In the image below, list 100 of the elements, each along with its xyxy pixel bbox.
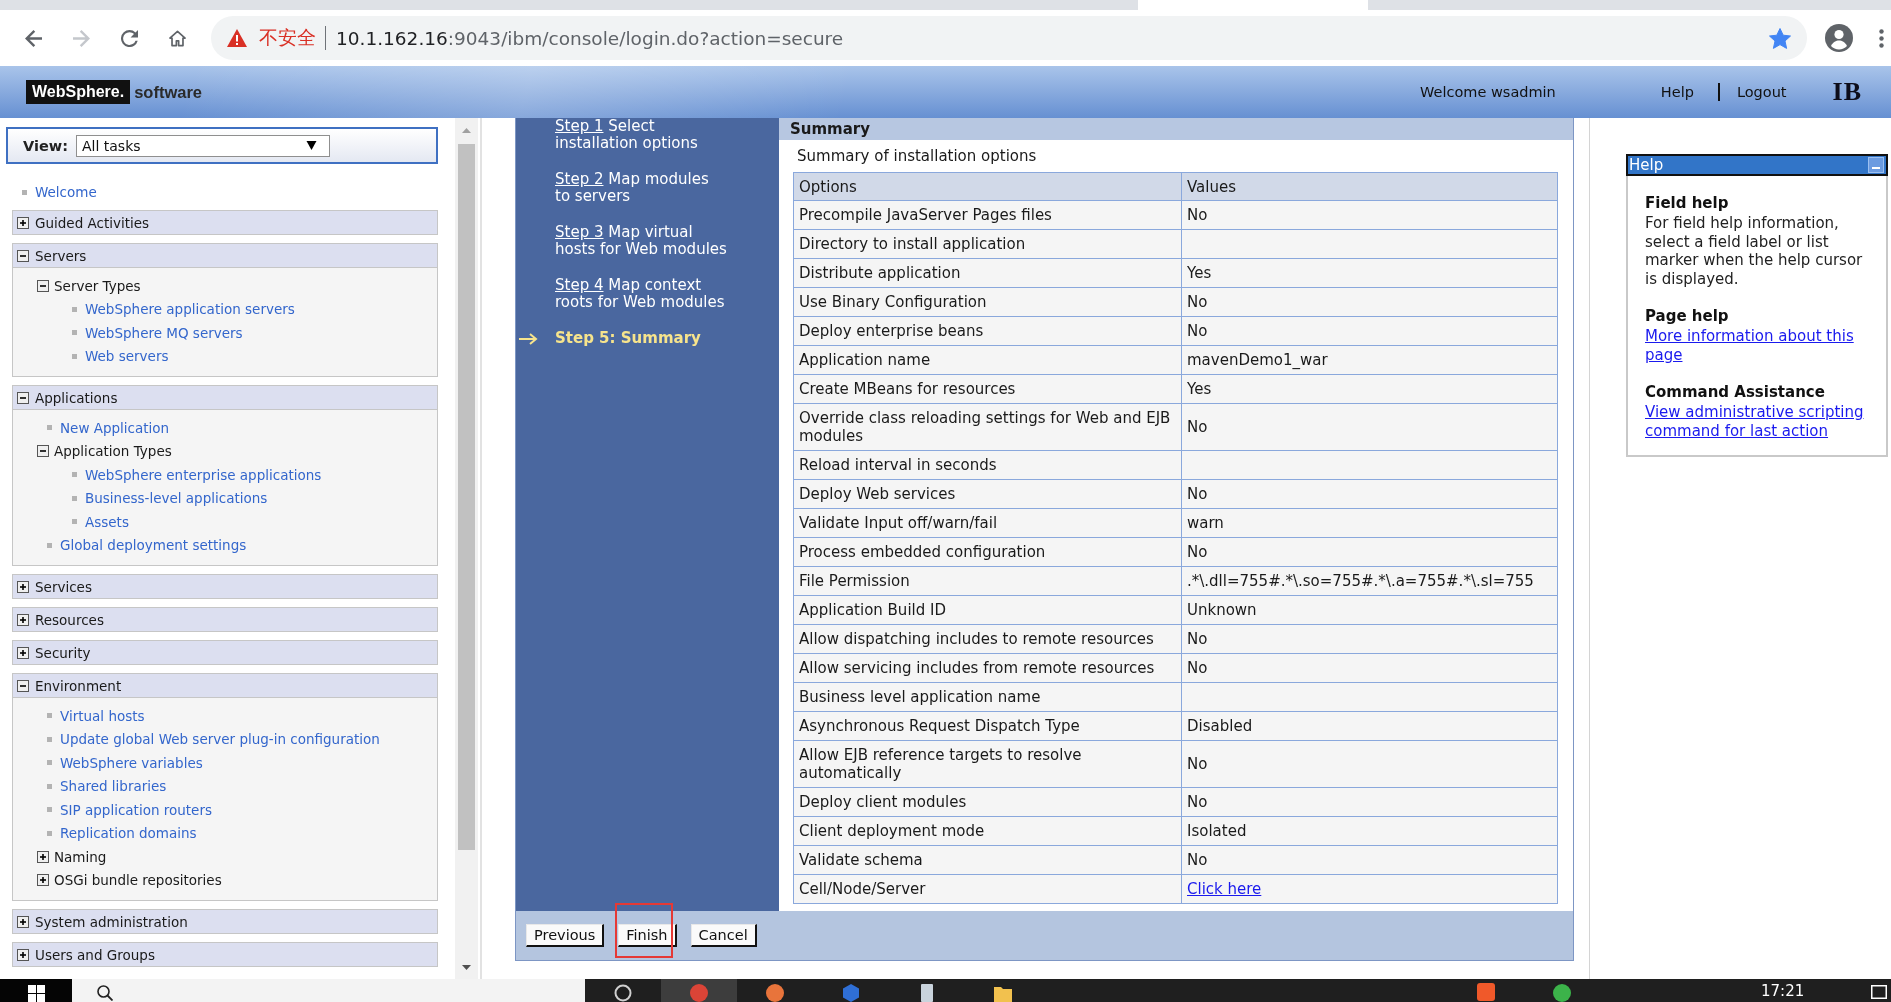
panel-title: Help: [1629, 156, 1664, 174]
nav-link[interactable]: Global deployment settings: [60, 537, 247, 554]
arrow-icon: [519, 333, 538, 345]
table-cell: Allow dispatching includes to remote resources: [793, 624, 1182, 654]
nav-link[interactable]: Replication domains: [60, 825, 197, 842]
vendor-logo: IB: [1832, 77, 1862, 107]
security-label: 不安全: [259, 25, 316, 50]
plus-icon[interactable]: [17, 646, 29, 659]
plus-icon[interactable]: [37, 850, 49, 863]
avatar-icon[interactable]: [1825, 24, 1853, 52]
nav-link[interactable]: Welcome: [35, 184, 97, 200]
nav-link[interactable]: Web servers: [85, 348, 169, 365]
nav-link[interactable]: Assets: [85, 513, 129, 530]
view-dropdown[interactable]: All tasks: [75, 134, 330, 157]
circle-icon[interactable]: [1553, 984, 1571, 1002]
scroll-down-icon[interactable]: [462, 964, 471, 970]
section-header[interactable]: Resources: [12, 607, 438, 632]
help-link[interactable]: View administrative scripting command for last action: [1645, 403, 1873, 440]
help-link[interactable]: More information about this page: [1645, 327, 1873, 364]
scrollbar[interactable]: [455, 118, 478, 979]
step-link[interactable]: Step 2: [555, 170, 604, 188]
section-header[interactable]: Servers: [12, 243, 438, 268]
bullet-icon: [72, 330, 77, 336]
table-cell: No: [1181, 624, 1558, 654]
table-cell: Validate schema: [793, 845, 1182, 875]
header-link[interactable]: Logout: [1736, 84, 1787, 100]
nav-link[interactable]: Shared libraries: [60, 778, 167, 795]
section-header[interactable]: System administration: [12, 909, 438, 934]
search-field[interactable]: [72, 979, 585, 1002]
back-arrow-icon[interactable]: [24, 29, 42, 47]
table-cell: warn: [1181, 508, 1558, 538]
nav-link[interactable]: WebSphere enterprise applications: [85, 466, 322, 483]
table-cell: Use Binary Configuration: [793, 287, 1182, 317]
tree-node[interactable]: Server Types: [37, 277, 141, 294]
wizard-button[interactable]: Previous: [526, 924, 605, 947]
plus-icon[interactable]: [37, 874, 49, 887]
wizard-button[interactable]: Finish: [618, 924, 677, 947]
minus-icon[interactable]: [17, 679, 29, 692]
tree-node[interactable]: Application Types: [37, 443, 172, 460]
minus-icon[interactable]: [37, 445, 49, 458]
link[interactable]: Click here: [1187, 880, 1262, 898]
table-cell: No: [1181, 403, 1558, 451]
step-link[interactable]: Step 4: [555, 276, 604, 294]
section-header[interactable]: Services: [12, 574, 438, 599]
bullet-icon: [72, 519, 77, 525]
plus-icon[interactable]: [17, 580, 29, 593]
section-header[interactable]: Security: [12, 640, 438, 665]
scroll-thumb[interactable]: [458, 144, 475, 850]
help-heading: Field help: [1645, 194, 1730, 212]
address-bar[interactable]: 不安全 10.1.162.16:9043/ibm/console/login.do?action=secure: [211, 16, 1807, 60]
help-heading: Page help: [1645, 307, 1730, 325]
table-cell: Deploy client modules: [793, 787, 1182, 817]
section-header[interactable]: Environment: [12, 673, 438, 698]
table-cell: Reload interval in seconds: [793, 450, 1182, 480]
nav-link[interactable]: WebSphere variables: [60, 754, 203, 771]
section-header[interactable]: Guided Activities: [12, 210, 438, 235]
start-button[interactable]: [0, 979, 72, 1002]
tree-node[interactable]: OSGi bundle repositories: [37, 872, 222, 889]
section-header[interactable]: Applications: [12, 385, 438, 410]
notification-icon[interactable]: [1871, 985, 1888, 999]
nav-link[interactable]: Update global Web server plug-in configuration: [60, 731, 380, 748]
nav-link[interactable]: WebSphere MQ servers: [85, 324, 243, 341]
nav-link[interactable]: SIP application routers: [60, 801, 212, 818]
folder-icon: [994, 984, 1012, 1002]
table-cell: No: [1181, 845, 1558, 875]
minus-icon[interactable]: [17, 391, 29, 404]
reload-icon[interactable]: [120, 29, 138, 47]
header-link[interactable]: Help: [1660, 84, 1694, 100]
table-cell: Application name: [793, 345, 1182, 375]
help-heading: Command Assistance: [1645, 383, 1826, 401]
home-icon[interactable]: [168, 29, 186, 47]
section-header[interactable]: Users and Groups: [12, 942, 438, 967]
caret-icon: [305, 141, 317, 150]
menu-icon[interactable]: [1879, 28, 1884, 48]
step-link[interactable]: Step 3: [555, 223, 604, 241]
star-icon[interactable]: [1769, 27, 1791, 49]
step-link[interactable]: Step 1: [555, 117, 604, 135]
plus-icon[interactable]: [17, 915, 29, 928]
wizard-button[interactable]: Cancel: [690, 924, 757, 947]
nav-link[interactable]: WebSphere application servers: [85, 301, 295, 318]
help-text: For field help information, select a field label or list marker when the help cursor is displayed.: [1645, 214, 1864, 288]
tree-node[interactable]: Naming: [37, 848, 107, 865]
circle-icon: [690, 984, 708, 1002]
table-cell: File Permission: [793, 566, 1182, 596]
minus-icon[interactable]: [17, 249, 29, 262]
wizard-step: Step 2 Map modules to servers: [555, 171, 709, 205]
bullet-icon: [72, 472, 77, 478]
minus-icon[interactable]: [37, 279, 49, 292]
plus-icon[interactable]: [17, 613, 29, 626]
plus-icon[interactable]: [17, 948, 29, 961]
bullet-icon: [72, 495, 77, 501]
bullet-icon: [22, 189, 27, 195]
table-cell: Business level application name: [793, 682, 1182, 712]
plus-icon[interactable]: [17, 216, 29, 229]
bullet-icon: [72, 306, 77, 312]
column-header: Values: [1181, 172, 1558, 201]
nav-link[interactable]: Business-level applications: [85, 490, 268, 507]
nav-link[interactable]: Virtual hosts: [60, 707, 145, 724]
minimize-button[interactable]: [1868, 157, 1884, 173]
nav-link[interactable]: New Application: [60, 419, 170, 436]
